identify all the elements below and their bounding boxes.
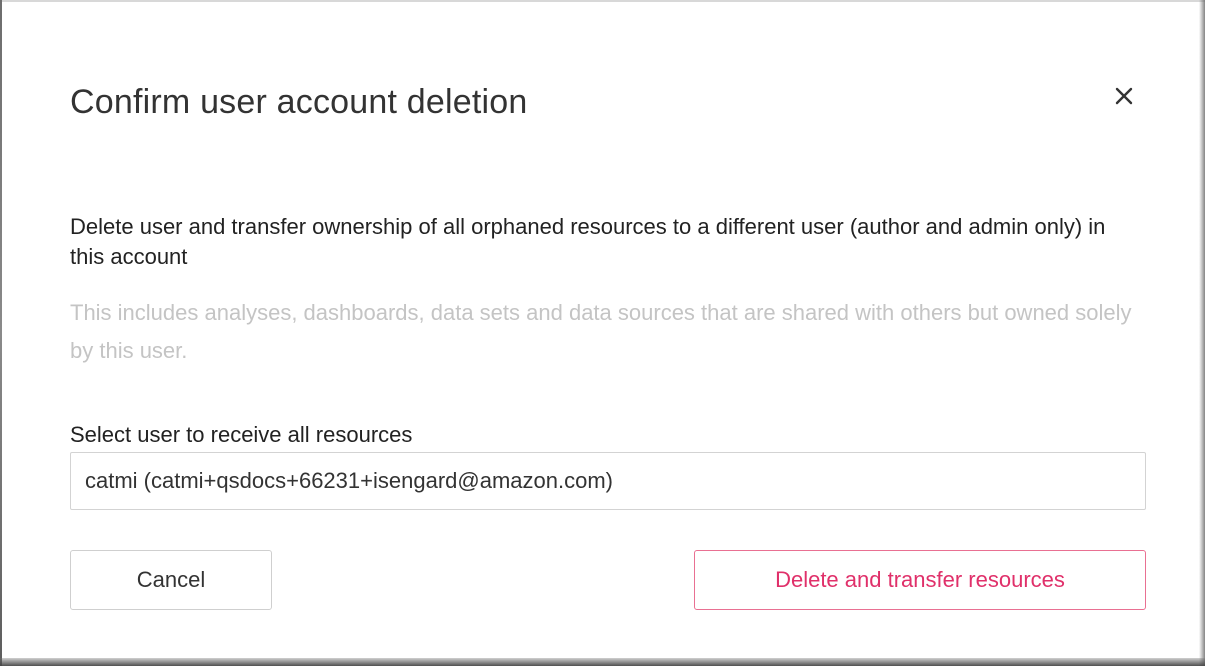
- dialog-bottom-shadow: [0, 658, 1205, 666]
- deletion-note: This includes analyses, dashboards, data…: [70, 300, 1132, 363]
- confirm-deletion-dialog: Confirm user account deletion Delete use…: [2, 2, 1199, 658]
- receiving-user-select[interactable]: catmi (catmi+qsdocs+66231+isengard@amazo…: [70, 452, 1146, 510]
- dialog-right-shadow: [1199, 0, 1205, 666]
- close-icon: [1115, 87, 1133, 105]
- receiving-user-value: catmi (catmi+qsdocs+66231+isengard@amazo…: [85, 468, 613, 493]
- deletion-description: Delete user and transfer ownership of al…: [70, 214, 1106, 269]
- select-user-label: Select user to receive all resources: [70, 422, 413, 447]
- cancel-button[interactable]: Cancel: [70, 550, 272, 610]
- dialog-title: Confirm user account deletion: [70, 83, 528, 121]
- screenshot-page: Confirm user account deletion Delete use…: [0, 0, 1205, 666]
- close-button[interactable]: [1110, 82, 1138, 110]
- delete-and-transfer-button[interactable]: Delete and transfer resources: [694, 550, 1146, 610]
